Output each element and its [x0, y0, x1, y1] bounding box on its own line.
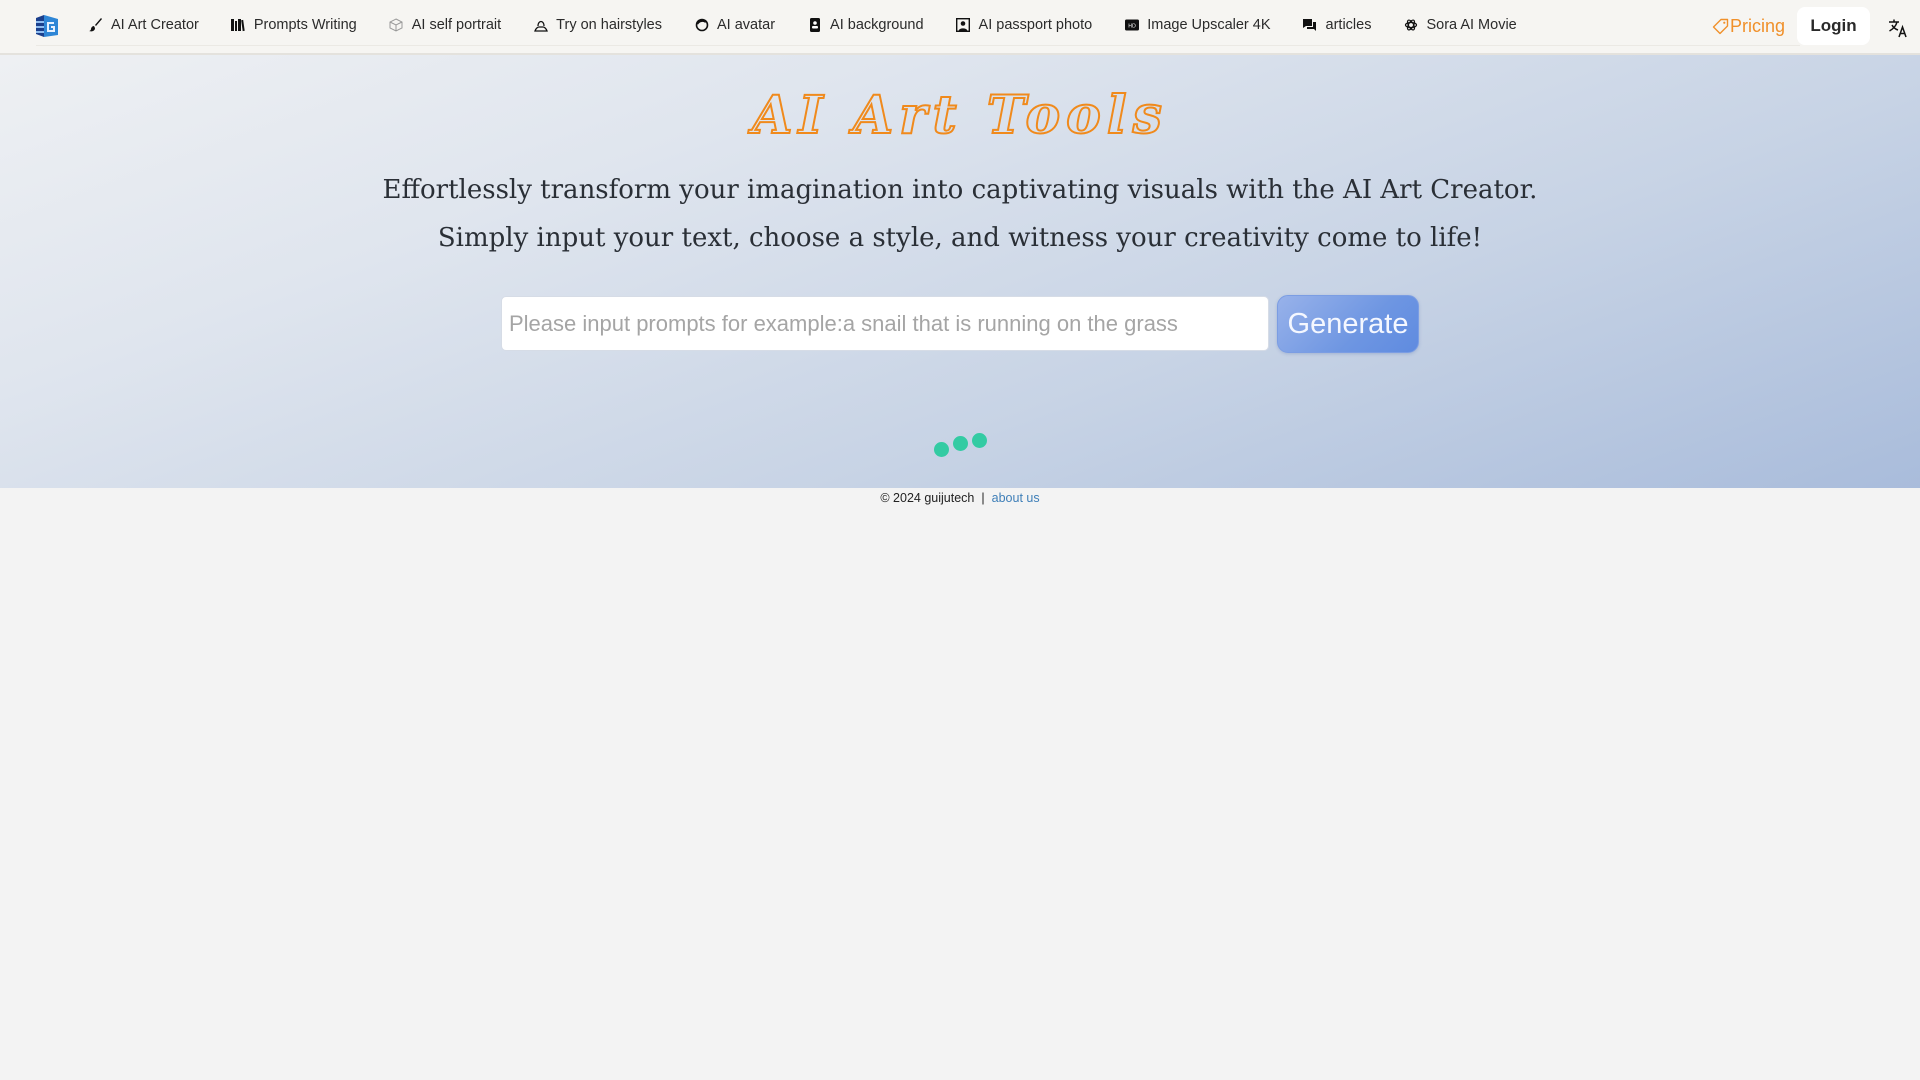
nav-item-label: AI avatar — [717, 17, 776, 33]
hero-subtitle-line2: Simply input your text, choose a style, … — [437, 223, 1483, 253]
contact-card-icon — [807, 18, 822, 33]
prompt-input[interactable] — [501, 296, 1269, 351]
chat-bubbles-icon — [1303, 18, 1318, 33]
copyright-text: © 2024 guijutech — [880, 491, 975, 505]
nav-item-try-on-hairstyles[interactable]: Try on hairstyles — [533, 0, 662, 50]
page-title: AI Art Tools — [751, 84, 1168, 147]
nav-item-label: Image Upscaler 4K — [1147, 17, 1271, 33]
nav-item-label: AI background — [830, 17, 924, 33]
hero-subtitle-line1: Effortlessly transform your imagination … — [382, 175, 1538, 205]
nav-item-ai-passport-photo[interactable]: AI passport photo — [956, 0, 1093, 50]
tag-icon — [1712, 18, 1729, 34]
nav-item-label: AI passport photo — [978, 17, 1093, 33]
nav-item-label: Try on hairstyles — [556, 17, 662, 33]
nav-item-ai-avatar[interactable]: AI avatar — [694, 0, 775, 50]
cube-icon — [389, 18, 404, 33]
nav-item-label: AI Art Creator — [111, 17, 199, 33]
person-outline-icon — [533, 18, 548, 33]
nav-item-ai-self-portrait[interactable]: AI self portrait — [389, 0, 501, 50]
pricing-label: Pricing — [1730, 15, 1786, 36]
nav-item-ai-art-creator[interactable]: AI Art Creator — [88, 0, 199, 50]
loader-dot — [953, 436, 968, 451]
paintbrush-icon — [88, 18, 103, 33]
openai-icon — [1403, 18, 1418, 33]
nav-item-ai-background[interactable]: AI background — [807, 0, 924, 50]
footer: © 2024 guijutech | about us — [0, 488, 1920, 508]
nav-item-label: Prompts Writing — [253, 17, 357, 33]
top-navbar: AI Art Creator Prompts Writing AI self p… — [0, 0, 1920, 55]
generate-button[interactable]: Generate — [1277, 295, 1419, 353]
nav-item-label: Sora AI Movie — [1426, 17, 1517, 33]
pricing-link[interactable]: Pricing — [1712, 14, 1785, 38]
hero-section: AI Art Tools Effortlessly transform your… — [0, 55, 1920, 488]
nav-item-articles[interactable]: articles — [1303, 0, 1372, 50]
translate-icon[interactable] — [1888, 18, 1908, 38]
loader-dot — [934, 442, 949, 457]
nav-menu: AI Art Creator Prompts Writing AI self p… — [88, 0, 1549, 50]
portrait-frame-icon — [956, 18, 971, 33]
guijutech-logo-icon — [36, 15, 58, 37]
nav-item-image-upscaler-4k[interactable]: HD Image Upscaler 4K — [1124, 0, 1271, 50]
about-us-link[interactable]: about us — [992, 491, 1040, 505]
hd-icon: HD — [1124, 18, 1139, 33]
nav-item-label: articles — [1325, 17, 1372, 33]
face-icon — [694, 18, 709, 33]
loader-dot — [972, 433, 987, 448]
login-button[interactable]: Login — [1797, 7, 1870, 45]
books-icon — [231, 18, 246, 33]
footer-separator: | — [981, 491, 985, 505]
nav-item-sora-ai-movie[interactable]: Sora AI Movie — [1403, 0, 1517, 50]
nav-item-prompts-writing[interactable]: Prompts Writing — [231, 0, 357, 50]
svg-text:HD: HD — [1128, 24, 1136, 30]
site-logo[interactable] — [35, 15, 59, 37]
nav-item-label: AI self portrait — [411, 17, 502, 33]
